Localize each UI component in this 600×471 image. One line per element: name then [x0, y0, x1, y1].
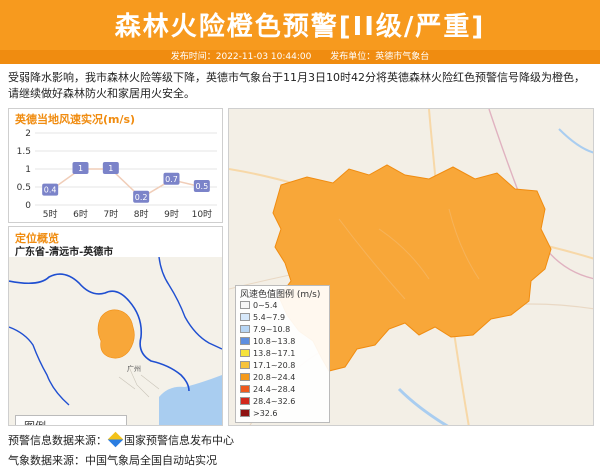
publish-time: 发布时间：2022-11-03 10:44:00 — [170, 52, 312, 62]
wind-legend-row: 13.8~17.1 — [240, 349, 295, 360]
wind-legend-swatch — [240, 337, 250, 345]
wind-legend-row: 0~5.4 — [240, 301, 278, 312]
x-tick-1: 6时 — [73, 208, 88, 220]
wind-legend-swatch — [240, 349, 250, 357]
y-tick-3: 1.5 — [17, 147, 31, 157]
wind-value-label-5: 0.5 — [195, 182, 208, 191]
boundary-legend: 图例 国界 省界 — [15, 415, 127, 425]
wind-legend-row: 5.4~7.9 — [240, 313, 285, 324]
wind-legend-row: 10.8~13.8 — [240, 337, 295, 348]
warning-source-label: 预警信息数据来源： — [8, 434, 107, 447]
wind-legend-swatch — [240, 397, 250, 405]
y-tick-0: 0 — [25, 201, 31, 211]
wind-speed-panel: 英德当地风速实况(m/s) 0 0.5 1 1.5 2 0.4 5时 1 6时 1 7时 0.2 8时 0.… — [8, 108, 223, 223]
weather-source-line: 气象数据来源：中国气象局全国自动站实况 — [8, 454, 217, 467]
wind-legend-row: 17.1~20.8 — [240, 361, 295, 372]
wind-speed-chart: 英德当地风速实况(m/s) 0 0.5 1 1.5 2 0.4 5时 1 6时 1 7时 0.2 8时 0.… — [14, 112, 217, 220]
location-overview-panel: 定位概览 广东省-清远市-英德市 广州 图例 国界 省界 — [8, 226, 223, 426]
x-tick-2: 7时 — [103, 208, 118, 220]
wind-legend-title: 风速色值图例 (m/s) — [240, 290, 321, 300]
wind-legend-label: 17.1~20.8 — [253, 361, 296, 370]
wind-legend-label: 5.4~7.9 — [253, 313, 286, 322]
y-tick-2: 1 — [25, 165, 31, 175]
location-mini-map[interactable]: 广州 图例 国界 省界 — [9, 256, 222, 425]
warning-area-map[interactable]: 风速色值图例 (m/s) 0~5.4 5.4~7.9 7.9~10.8 10.8~13… — [228, 108, 594, 426]
wind-legend-swatch — [240, 313, 250, 321]
header-banner: 森林火险橙色预警[II级/严重] 发布时间：2022-11-03 10:44:0… — [0, 0, 600, 64]
wind-value-label-2: 1 — [108, 164, 113, 173]
wind-legend-label: 0~5.4 — [253, 301, 278, 310]
wind-legend-label: 28.4~32.6 — [253, 397, 296, 406]
wind-legend-label: 10.8~13.8 — [253, 337, 296, 346]
mini-map-place-label: 广州 — [127, 364, 141, 373]
wind-legend-label: 20.8~24.4 — [253, 373, 296, 382]
x-tick-5: 10时 — [192, 208, 212, 220]
x-tick-4: 9时 — [164, 208, 179, 220]
wind-value-label-1: 1 — [78, 164, 83, 173]
wind-legend-label: 13.8~17.1 — [253, 349, 296, 358]
wind-legend-label: >32.6 — [253, 409, 278, 418]
wind-value-label-0: 0.4 — [44, 186, 57, 195]
wind-legend-row: 24.4~28.4 — [240, 385, 295, 396]
wind-chart-title: 英德当地风速实况(m/s) — [14, 112, 135, 126]
wind-legend-swatch — [240, 385, 250, 393]
publish-meta: 发布时间：2022-11-03 10:44:00 发布单位：英德市气象台 — [0, 50, 600, 64]
y-tick-1: 0.5 — [17, 183, 31, 193]
wind-value-label-4: 0.7 — [165, 175, 178, 184]
page-title: 森林火险橙色预警[II级/严重] — [114, 12, 486, 42]
wind-legend-swatch — [240, 325, 250, 333]
wind-legend-label: 24.4~28.4 — [253, 385, 296, 394]
wind-legend-row: 28.4~32.6 — [240, 397, 295, 408]
wind-legend-swatch — [240, 373, 250, 381]
wind-legend-row: >32.6 — [240, 409, 278, 420]
warning-center-logo-icon — [107, 431, 124, 448]
warning-source-name: 国家预警信息发布中心 — [124, 434, 234, 447]
mini-map-graphic: 广州 — [9, 256, 222, 425]
warning-description: 受弱降水影响，我市森林火险等级下降，英德市气象台于11月3日10时42分将英德森… — [8, 71, 585, 100]
x-tick-3: 8时 — [134, 208, 149, 220]
location-region: 广东省-清远市-英德市 — [15, 247, 114, 258]
wind-color-legend: 风速色值图例 (m/s) 0~5.4 5.4~7.9 7.9~10.8 10.8~13… — [235, 285, 330, 423]
wind-legend-row: 20.8~24.4 — [240, 373, 295, 384]
wind-legend-swatch — [240, 409, 250, 417]
wind-value-label-3: 0.2 — [135, 193, 148, 202]
warning-source-line: 预警信息数据来源： 国家预警信息发布中心 — [8, 431, 234, 448]
wind-legend-label: 7.9~10.8 — [253, 325, 291, 334]
wind-legend-swatch — [240, 301, 250, 309]
x-tick-0: 5时 — [43, 208, 58, 220]
y-tick-4: 2 — [25, 129, 31, 139]
publisher: 发布单位：英德市气象台 — [330, 52, 430, 62]
boundary-legend-title: 图例 — [24, 418, 46, 425]
wind-legend-swatch — [240, 361, 250, 369]
wind-legend-row: 7.9~10.8 — [240, 325, 290, 336]
